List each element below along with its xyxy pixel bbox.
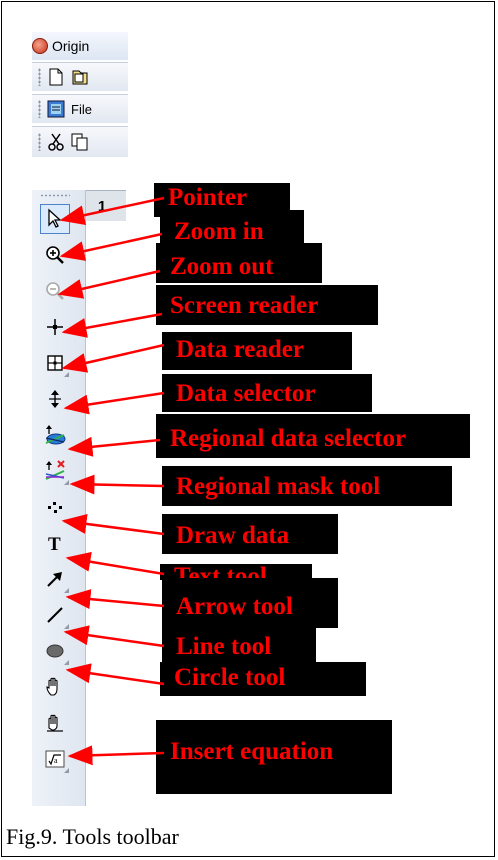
arrow-draw-data <box>61 513 165 536</box>
arrow-text-tool <box>65 551 165 576</box>
arrow-line-tool <box>63 625 165 648</box>
arrow-insert-equation <box>67 745 165 766</box>
arrow-arrow-tool <box>65 589 165 610</box>
figure-frame: Origin File T a 1 Pointer Zoom in Zoom o… <box>1 1 495 857</box>
arrow-zoom-out <box>57 269 161 299</box>
figure-caption: Fig.9. Tools toolbar <box>6 824 179 849</box>
arrow-regional-data-selector <box>67 436 161 457</box>
arrow-data-reader <box>61 343 165 373</box>
arrow-regional-mask-tool <box>69 474 165 495</box>
arrow-zoom-in <box>59 232 163 261</box>
arrow-circle-tool <box>65 663 165 686</box>
arrow-screen-reader <box>61 312 163 338</box>
callout-arrows <box>57 196 165 766</box>
arrow-data-selector <box>63 391 165 415</box>
arrow-pointer <box>59 196 165 226</box>
